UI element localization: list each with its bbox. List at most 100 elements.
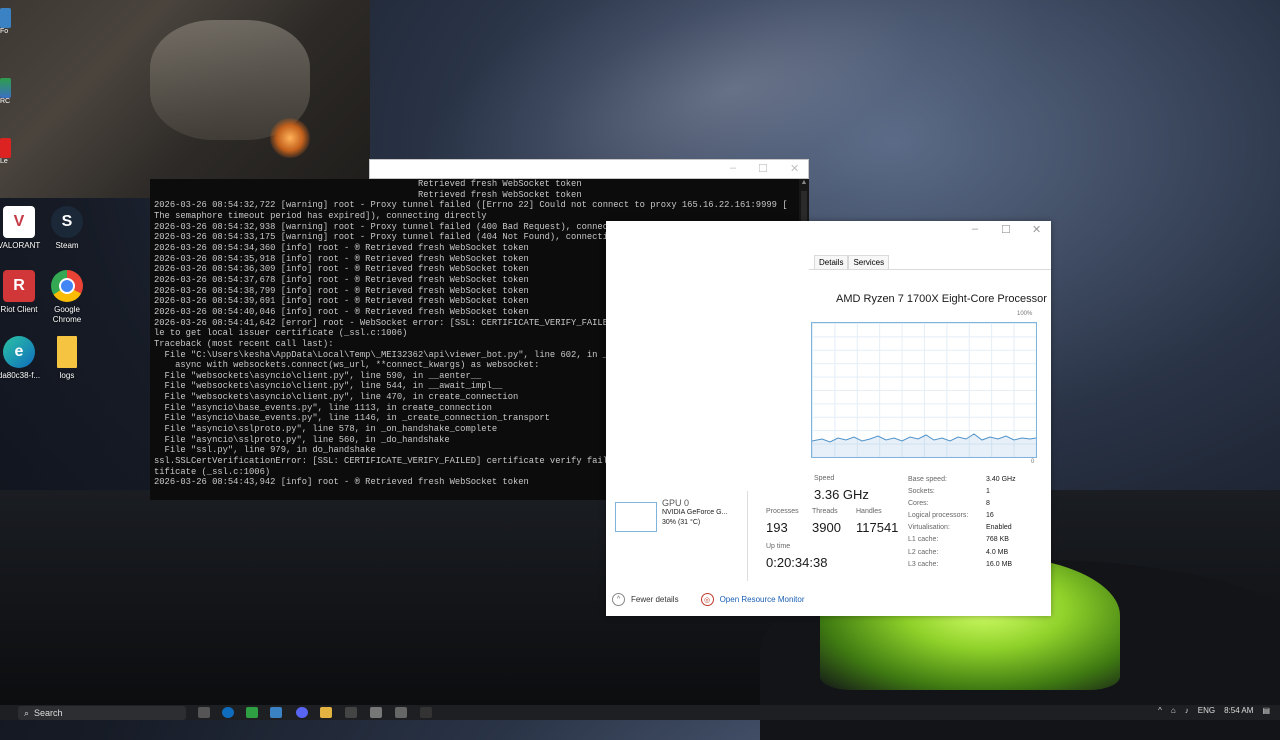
spec-key: L2 cache:: [908, 548, 939, 556]
maximize-icon[interactable]: ☐: [758, 162, 768, 175]
spec-row: Sockets: 1: [908, 486, 1048, 498]
spec-key: Virtualisation:: [908, 524, 950, 532]
spec-value: 16: [986, 512, 994, 520]
app-taskbar-icon-2[interactable]: [370, 707, 382, 718]
terminal-taskbar-icon[interactable]: [345, 707, 357, 718]
gpu-summary[interactable]: GPU 0 NVIDIA GeForce G... 30% (31 °C): [662, 498, 727, 528]
spec-value: 8: [986, 500, 990, 508]
tab-divider: [809, 269, 1051, 270]
spec-value: 4.0 MB: [986, 548, 1009, 556]
desktop-icon-valorant[interactable]: V VALORANT: [0, 206, 44, 251]
console-line: Retrieved fresh WebSocket token: [154, 189, 582, 200]
edge-icon-fo-label: Fo: [0, 28, 9, 35]
desktop-icon-label: logs: [59, 371, 75, 380]
desktop-icon-riot-client[interactable]: R Riot Client: [0, 270, 44, 315]
fewer-details-link[interactable]: Fewer details: [631, 595, 679, 604]
valorant-icon: V: [3, 206, 35, 238]
handles-label: Handles: [856, 508, 882, 515]
desktop-icon-label: Steam: [55, 241, 79, 250]
spec-key: Logical processors:: [908, 512, 969, 520]
console-line: 2026-03-26 08:54:32,722 [warning] root -…: [154, 200, 788, 211]
minimize-icon[interactable]: –: [972, 223, 978, 235]
console-line: Retrieved fresh WebSocket token: [154, 179, 582, 189]
notification-icon[interactable]: ▤: [1262, 706, 1270, 715]
cpu-name: AMD Ryzen 7 1700X Eight-Core Processor: [836, 293, 1047, 305]
threads-value: 3900: [812, 520, 841, 535]
spec-row: Cores: 8: [908, 498, 1048, 510]
threads-label: Threads: [812, 508, 838, 515]
task-manager-window[interactable]: – ☐ ✕ Details Services AMD Ryzen 7 1700X …: [606, 221, 1051, 616]
clock[interactable]: 8:54 AM: [1224, 706, 1253, 715]
open-resource-monitor-link[interactable]: Open Resource Monitor: [720, 595, 805, 604]
close-icon[interactable]: ✕: [790, 162, 799, 175]
graph-min-label: 0: [1031, 459, 1035, 465]
steam-icon: S: [51, 206, 83, 238]
system-tray: ^ ⌂ ♪ ENG 8:54 AM ▤: [1158, 706, 1270, 715]
uptime-value: 0:20:34:38: [766, 555, 828, 570]
maximize-icon[interactable]: ☐: [1001, 223, 1011, 236]
desktop-icon-chrome[interactable]: Google Chrome: [42, 270, 92, 325]
app-taskbar-icon[interactable]: [246, 707, 258, 718]
desktop-icon-edge-file[interactable]: e da80c38-f...: [0, 336, 44, 381]
speed-label: Speed: [814, 475, 835, 482]
gpu-thumbnail[interactable]: [615, 502, 657, 532]
console-titlebar[interactable]: – ☐ ✕: [369, 159, 809, 179]
uptime-label: Up time: [766, 543, 791, 550]
tab-details[interactable]: Details: [814, 255, 849, 269]
minimize-icon[interactable]: –: [730, 162, 736, 174]
discord-taskbar-icon[interactable]: [296, 707, 308, 718]
task-view-icon[interactable]: [198, 707, 210, 718]
desktop-icon-logs[interactable]: logs: [42, 336, 92, 381]
desktop-icon-label: Google Chrome: [52, 305, 82, 324]
taskbar-search[interactable]: ⌕ Search: [18, 706, 186, 720]
search-placeholder: Search: [34, 708, 63, 718]
speed-value: 3.36 GHz: [814, 487, 869, 502]
processes-label: Processes: [766, 508, 799, 515]
tab-services[interactable]: Services: [848, 255, 890, 269]
file-explorer-icon[interactable]: [320, 707, 332, 718]
desktop-icon-label: Riot Client: [0, 305, 38, 314]
edge-icon-rc[interactable]: RC: [0, 78, 12, 105]
spec-row: Base speed: 3.40 GHz: [908, 474, 1048, 486]
spec-value: 16.0 MB: [986, 560, 1013, 568]
edge-icon-fo[interactable]: Fo: [0, 8, 12, 35]
language-indicator[interactable]: ENG: [1198, 706, 1215, 715]
spec-row: L1 cache: 768 KB: [908, 534, 1048, 546]
desktop-icon-label: VALORANT: [0, 241, 41, 250]
network-icon[interactable]: ⌂: [1171, 706, 1176, 715]
edge-taskbar-icon[interactable]: [222, 707, 234, 718]
scroll-up-icon[interactable]: ▲: [799, 179, 809, 186]
app-taskbar-icon-4[interactable]: [420, 707, 432, 718]
spec-key: L3 cache:: [908, 560, 939, 568]
app-taskbar-icon-3[interactable]: [395, 707, 407, 718]
cpu-usage-fill: [812, 434, 1036, 457]
graph-max-label: 100%: [1017, 311, 1033, 317]
chevron-up-icon[interactable]: ^: [1158, 706, 1162, 715]
spec-row: L3 cache: 16.0 MB: [908, 559, 1048, 571]
chevron-up-icon[interactable]: ^: [612, 593, 625, 606]
riot-client-icon: R: [3, 270, 35, 302]
task-manager-titlebar[interactable]: – ☐ ✕: [606, 221, 1051, 243]
handles-value: 117541: [856, 520, 899, 535]
spec-row: Virtualisation: Enabled: [908, 522, 1048, 534]
volume-icon[interactable]: ♪: [1185, 706, 1189, 715]
spec-value: 3.40 GHz: [986, 476, 1016, 483]
desktop-icon-label: da80c38-f...: [0, 371, 41, 380]
resource-monitor-icon[interactable]: ◎: [700, 593, 714, 606]
close-icon[interactable]: ✕: [1032, 223, 1041, 236]
task-manager-footer: ^ Fewer details ◎ Open Resource Monitor: [612, 593, 805, 606]
folder-icon: [57, 336, 77, 368]
gpu-usage: 30% (31 °C): [662, 519, 701, 526]
desktop-icon-steam[interactable]: S Steam: [42, 206, 92, 251]
edge-icon-le[interactable]: Le: [0, 138, 12, 165]
spec-key: Sockets:: [908, 488, 935, 496]
spec-value: Enabled: [986, 524, 1012, 532]
spec-key: Cores:: [908, 500, 929, 508]
gpu-name: GPU 0: [662, 498, 690, 508]
spec-key: Base speed:: [908, 476, 947, 483]
processes-value: 193: [766, 520, 788, 535]
edge-icon-rc-label: RC: [0, 98, 11, 105]
telegram-taskbar-icon[interactable]: [270, 707, 282, 718]
spec-value: 1: [986, 488, 990, 496]
edge-icon: e: [3, 336, 35, 368]
